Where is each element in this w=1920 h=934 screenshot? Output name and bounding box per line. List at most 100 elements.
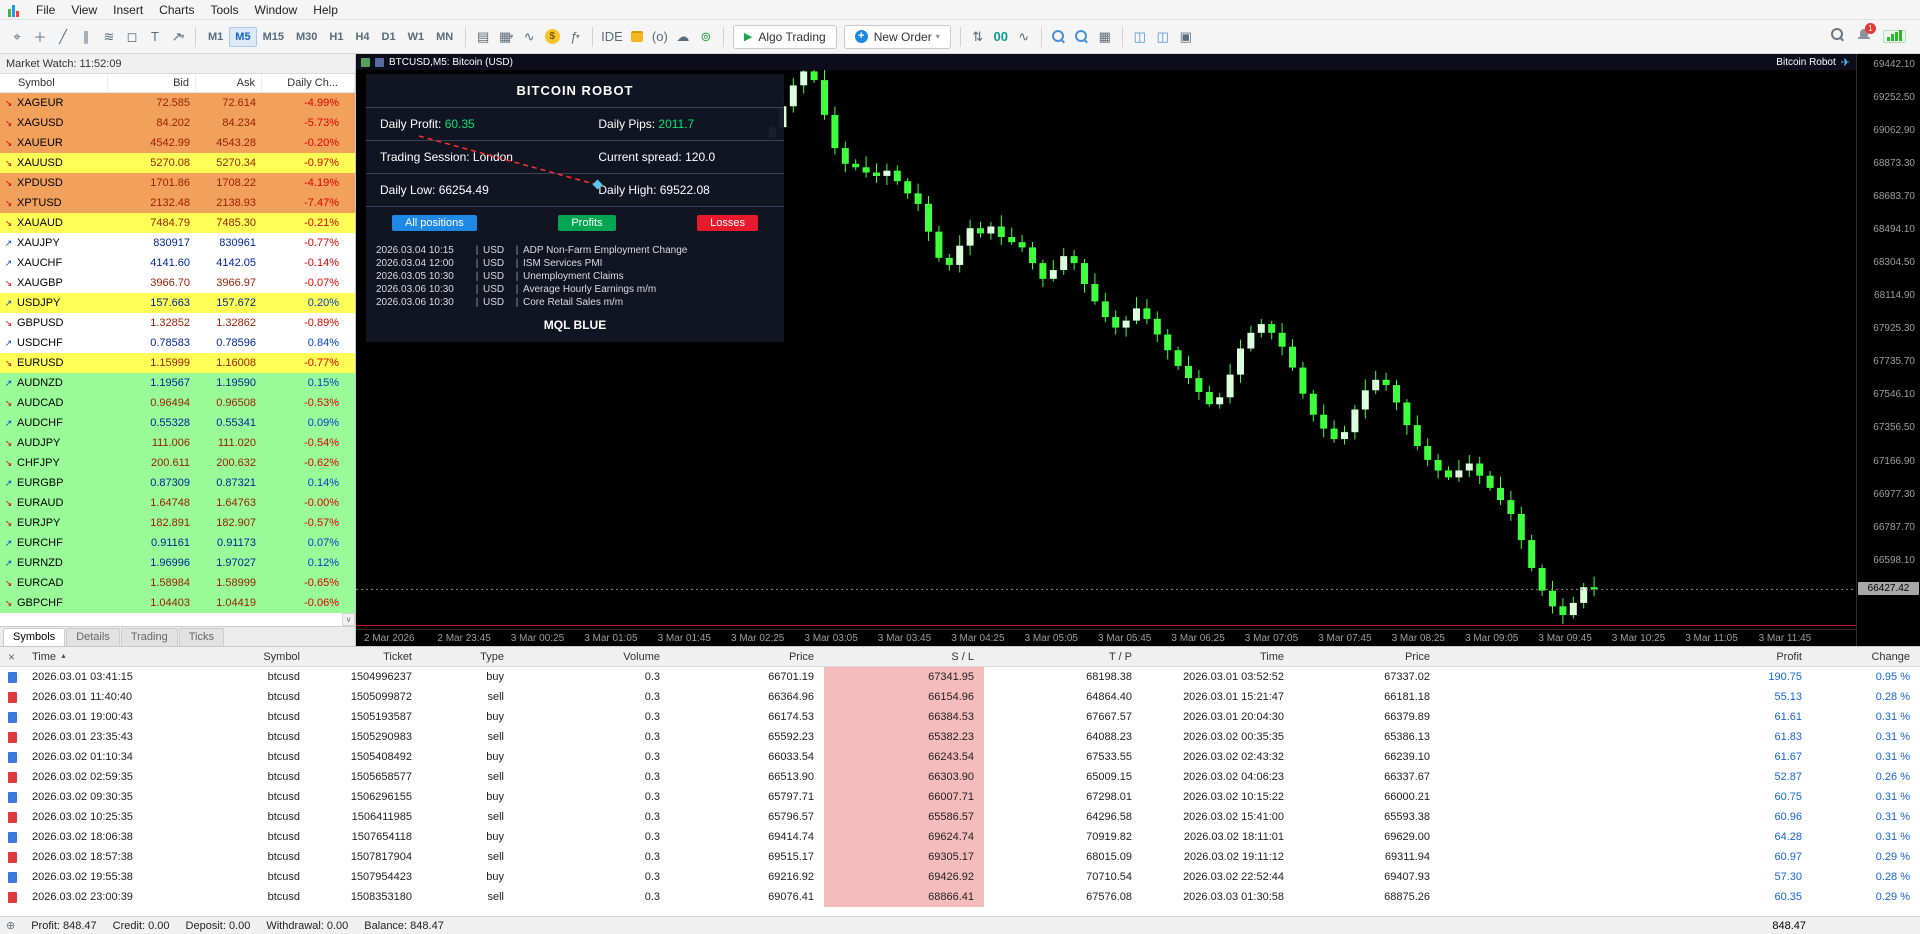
market-watch-row[interactable]: ↗ AUDNZD 1.19567 1.19590 0.15% [0,373,355,393]
market-watch-row[interactable]: ↘ XAGEUR 72.585 72.614 -4.99% [0,93,355,113]
history-row[interactable]: 2026.03.02 18:57:38 btcusd 1507817904 sell 0… [0,847,1920,867]
column-header-symbol[interactable]: Symbol [0,74,108,92]
depth-of-market-icon[interactable]: 00 [990,25,1012,49]
dock-left-icon[interactable]: ◫ [1152,25,1174,49]
market-watch-row[interactable]: ↘ EURAUD 1.64748 1.64763 -0.00% [0,493,355,513]
market-watch-row[interactable]: ↘ EURCAD 1.58984 1.58999 -0.65% [0,573,355,593]
algo-trading-button[interactable]: ▶ Algo Trading [732,24,837,49]
new-order-button[interactable]: + New Order ▾ [843,24,951,49]
market-watch-row[interactable]: ↘ XAUUSD 5270.08 5270.34 -0.97% [0,153,355,173]
market-watch-row[interactable]: ↗ AUDCHF 0.55328 0.55341 0.09% [0,413,355,433]
zoom-out-icon[interactable] [1071,25,1093,49]
timeframe-w1[interactable]: W1 [402,27,431,47]
tab-trading[interactable]: Trading [120,628,178,646]
timeframe-m15[interactable]: M15 [257,27,290,47]
candlestick-chart-icon[interactable]: ▦ ▾ [495,25,517,49]
market-watch-row[interactable]: ↗ XAUJPY 830917 830961 -0.77% [0,233,355,253]
history-row[interactable]: 2026.03.01 03:41:15 btcusd 1504996237 buy 0.… [0,667,1920,687]
history-row[interactable]: 2026.03.01 19:00:43 btcusd 1505193587 buy 0.… [0,707,1920,727]
timeframe-h4[interactable]: H4 [349,27,375,47]
signals-icon[interactable]: (o) [649,25,671,49]
market-watch-row[interactable]: ↘ XAGUSD 84.202 84.234 -5.73% [0,113,355,133]
market-watch-row[interactable]: ↘ XAUEUR 4542.99 4543.28 -0.20% [0,133,355,153]
market-watch-row[interactable]: ↗ XAUCHF 4141.60 4142.05 -0.14% [0,253,355,273]
history-row[interactable]: 2026.03.02 09:30:35 btcusd 1506296155 buy 0.… [0,787,1920,807]
history-column-header[interactable]: S / L [824,647,984,666]
crosshair-icon[interactable]: ⌖ [6,25,28,49]
menu-item-help[interactable]: Help [305,1,346,19]
tab-details[interactable]: Details [66,628,120,646]
chart-menu-icon[interactable] [361,57,370,67]
menu-item-charts[interactable]: Charts [151,1,202,19]
bar-chart-icon[interactable]: ▤ [472,25,494,49]
history-row[interactable]: 2026.03.02 01:10:34 btcusd 1505408492 buy 0.… [0,747,1920,767]
history-row[interactable]: 2026.03.01 23:35:43 btcusd 1505290983 sell 0… [0,727,1920,747]
community-icon[interactable]: ⊚ [695,25,717,49]
history-row[interactable]: 2026.03.02 19:55:38 btcusd 1507954423 buy 0.… [0,867,1920,887]
menu-item-view[interactable]: View [63,1,105,19]
indicators-icon[interactable]: ƒ ▾ [564,25,586,49]
market-watch-scrollbar[interactable]: ∨ [342,93,355,626]
tab-symbols[interactable]: Symbols [3,628,66,646]
market-watch-row[interactable]: ↘ CHFJPY 200.611 200.632 -0.62% [0,453,355,473]
tab-ticks[interactable]: Ticks [178,628,224,646]
history-column-header[interactable]: Ticket [310,647,422,666]
price-axis[interactable]: 69442.10 69252.50 69062.90 68873.30 68683.70… [1856,54,1920,646]
trendline-icon[interactable]: ╱ [52,25,74,49]
sort-icon[interactable]: ⇅ [967,25,989,49]
profits-button[interactable]: Profits [558,215,616,231]
timeframe-m1[interactable]: M1 [202,27,229,47]
connection-status-icon[interactable] [1883,30,1906,43]
close-history-icon[interactable]: × [0,647,26,666]
screenshot-icon[interactable]: ▣ [1175,25,1197,49]
history-column-header[interactable]: Time ▲ [26,647,222,666]
quotes-icon[interactable]: $ [541,25,563,49]
expert-advisor-label[interactable]: Bitcoin Robot ✈ [1776,56,1850,69]
line-chart-icon[interactable]: ∿ [518,25,540,49]
fibonacci-icon[interactable]: ≋ [98,25,120,49]
timeframe-m5[interactable]: M5 [229,26,257,47]
menu-item-window[interactable]: Window [247,1,306,19]
time-axis[interactable]: 2 Mar 2026 2 Mar 23:45 3 Mar 00:25 3 Mar 01… [356,629,1856,646]
zoom-in-icon[interactable] [1048,25,1070,49]
search-icon[interactable] [1831,28,1845,45]
menu-item-tools[interactable]: Tools [203,1,247,19]
history-column-header[interactable]: Price [1294,647,1440,666]
column-header-daily-change[interactable]: Daily Ch... [262,74,355,92]
history-row[interactable]: 2026.03.02 23:00:39 btcusd 1508353180 sell 0… [0,887,1920,907]
menu-item-insert[interactable]: Insert [105,1,151,19]
history-row[interactable]: 2026.03.02 02:59:35 btcusd 1505658577 sell 0… [0,767,1920,787]
history-row[interactable]: 2026.03.02 18:06:38 btcusd 1507654118 buy 0.… [0,827,1920,847]
shapes-icon[interactable]: ◻ [121,25,143,49]
history-column-header[interactable]: Time [1142,647,1294,666]
market-watch-row[interactable]: ↘ GBPUSD 1.32852 1.32862 -0.89% [0,313,355,333]
market-watch-row[interactable]: ↗ USDJPY 157.663 157.672 0.20% [0,293,355,313]
market-watch-row[interactable]: ↘ AUDCAD 0.96494 0.96508 -0.53% [0,393,355,413]
market-watch-row[interactable]: ↘ GBPCHF 1.04403 1.04419 -0.06% [0,593,355,613]
timeframe-m30[interactable]: M30 [290,27,323,47]
history-row[interactable]: 2026.03.01 11:40:40 btcusd 1505099872 sell 0… [0,687,1920,707]
timeframe-d1[interactable]: D1 [376,27,402,47]
scroll-down-icon[interactable]: ∨ [342,613,355,626]
market-watch-row[interactable]: ↗ USDCHF 0.78583 0.78596 0.84% [0,333,355,353]
market-watch-row[interactable]: ↘ XAUGBP 3966.70 3966.97 -0.07% [0,273,355,293]
market-watch-row[interactable]: ↗ EURCHF 0.91161 0.91173 0.07% [0,533,355,553]
all-positions-button[interactable]: All positions [392,215,477,231]
menu-item-file[interactable]: File [28,1,63,19]
market-watch-row[interactable]: ↗ EURGBP 0.87309 0.87321 0.14% [0,473,355,493]
timeframe-mn[interactable]: MN [430,27,459,47]
vps-cloud-icon[interactable]: ☁ [672,25,694,49]
market-watch-row[interactable]: ↗ EURNZD 1.96996 1.97027 0.12% [0,553,355,573]
column-header-ask[interactable]: Ask [196,74,262,92]
history-column-header[interactable]: Profit [1440,647,1812,666]
history-row[interactable]: 2026.03.02 10:25:35 btcusd 1506411985 sell 0… [0,807,1920,827]
market-icon[interactable] [626,25,648,49]
market-watch-row[interactable]: ↘ EURUSD 1.15999 1.16008 -0.77% [0,353,355,373]
cursor-icon[interactable]: ＋ [29,25,51,49]
history-column-header[interactable]: Price [670,647,824,666]
market-watch-row[interactable]: ↘ AUDJPY 111.006 111.020 -0.54% [0,433,355,453]
market-watch-row[interactable]: ↘ EURJPY 182.891 182.907 -0.57% [0,513,355,533]
text-icon[interactable]: T [144,25,166,49]
chart-area[interactable]: BTCUSD,M5: Bitcoin (USD) 69442.10 69252.5… [356,54,1920,646]
history-column-header[interactable]: Type [422,647,514,666]
